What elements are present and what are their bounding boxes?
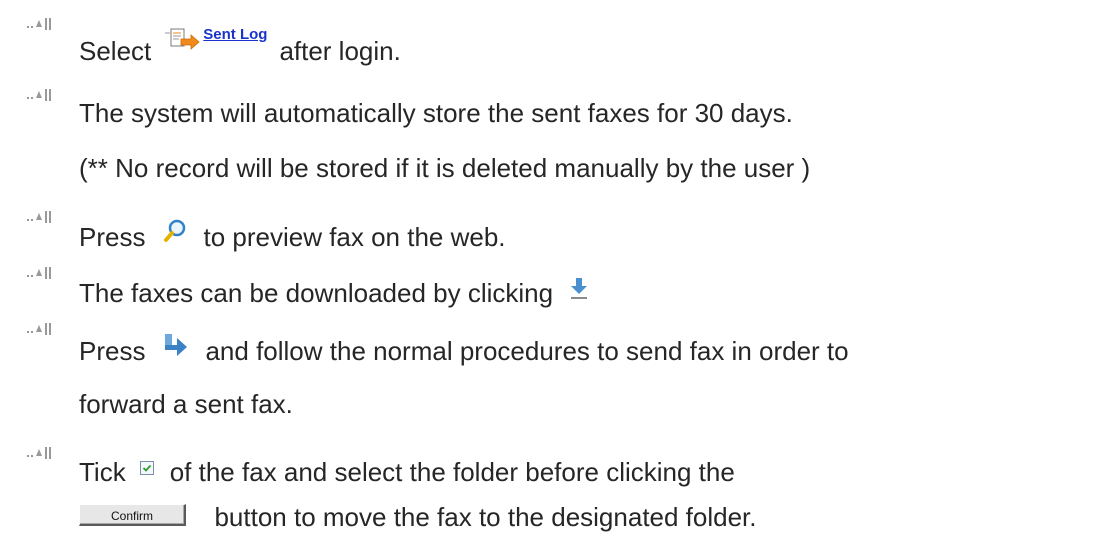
item5-line2: forward a sent fax. <box>79 389 293 419</box>
item6-line2: button to move the fax to the designated… <box>214 502 757 532</box>
item6-line2-container: Confirm button to move the fax to the de… <box>79 499 757 535</box>
arrow-bullet-icon <box>27 211 51 223</box>
magnifier-icon <box>164 219 186 242</box>
item4-text: The faxes can be downloaded by clicking <box>79 278 554 308</box>
arrow-bullet-icon <box>27 89 51 101</box>
item1-text-before: Select <box>79 36 152 66</box>
forward-arrow-icon <box>165 334 188 356</box>
confirm-button[interactable]: Confirm <box>79 504 186 527</box>
arrow-bullet-icon <box>27 323 51 335</box>
document-arrow-icon <box>165 28 200 50</box>
download-button[interactable] <box>569 277 589 301</box>
arrow-bullet-icon <box>27 18 51 30</box>
arrow-bullet-icon <box>27 447 51 459</box>
sent-log-entry[interactable]: Sent Log <box>163 23 267 59</box>
item3-text-after: to preview fax on the web. <box>203 222 506 252</box>
sent-log-link[interactable]: Sent Log <box>203 17 267 53</box>
item5-text-after: and follow the normal procedures to send… <box>205 336 849 366</box>
preview-button[interactable] <box>163 218 187 244</box>
item5-text-before: Press <box>79 336 146 366</box>
item2-line2: (** No record will be stored if it is de… <box>79 153 811 183</box>
item3-text-before: Press <box>79 222 146 252</box>
checkmark-icon <box>142 464 151 472</box>
item6-text-after: of the fax and select the folder before … <box>169 457 735 487</box>
item2-line1: The system will automatically store the … <box>79 98 793 128</box>
forward-button[interactable] <box>163 333 189 357</box>
checkbox-icon[interactable] <box>139 461 154 475</box>
download-arrow-icon <box>571 278 588 299</box>
item6-text-before: Tick <box>79 457 126 487</box>
arrow-bullet-icon <box>27 267 51 279</box>
item1-text-after: after login. <box>279 36 401 66</box>
